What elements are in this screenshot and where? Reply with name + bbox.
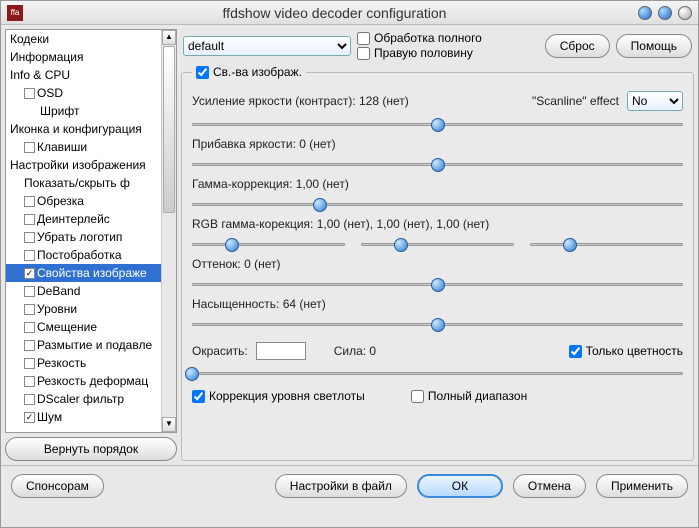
donate-button[interactable]: Спонсорам bbox=[11, 474, 104, 498]
tree-scrollbar[interactable]: ▲ ▼ bbox=[161, 30, 176, 432]
tree-item[interactable]: Резкость деформац bbox=[6, 372, 161, 390]
apply-button[interactable]: Применить bbox=[596, 474, 688, 498]
rgb-g-slider[interactable] bbox=[361, 234, 514, 254]
cancel-button[interactable]: Отмена bbox=[513, 474, 586, 498]
rgb-b-slider[interactable] bbox=[530, 234, 683, 254]
hue-slider[interactable] bbox=[192, 274, 683, 294]
scroll-down-icon[interactable]: ▼ bbox=[162, 417, 176, 432]
right-half-checkbox[interactable]: Правую половину bbox=[357, 46, 482, 61]
tree-item[interactable]: Info & CPU bbox=[6, 66, 161, 84]
reset-order-button[interactable]: Вернуть порядок bbox=[5, 437, 177, 461]
gamma-label: Гамма-коррекция: 1,00 (нет) bbox=[192, 177, 349, 191]
gamma-slider[interactable] bbox=[192, 194, 683, 214]
tree-item[interactable]: Информация bbox=[6, 48, 161, 66]
group-enable-checkbox[interactable]: Св.-ва изображ. bbox=[196, 65, 302, 80]
picture-properties-group: Св.-ва изображ. Усиление яркости (контра… bbox=[181, 65, 694, 461]
help-button[interactable]: Помощь bbox=[616, 34, 692, 58]
rgb-gamma-label: RGB гамма-корекция: 1,00 (нет), 1,00 (не… bbox=[192, 217, 489, 231]
tree-item[interactable]: Кодеки bbox=[6, 30, 161, 48]
tree-item[interactable]: Убрать логотип bbox=[6, 228, 161, 246]
tree-item[interactable]: Шрифт bbox=[6, 102, 161, 120]
luma-correction-checkbox[interactable]: Коррекция уровня светлоты bbox=[192, 389, 365, 404]
window-title: ffdshow video decoder configuration bbox=[31, 5, 638, 21]
full-range-checkbox[interactable]: Полный диапазон bbox=[411, 389, 527, 404]
tree-item[interactable]: Смещение bbox=[6, 318, 161, 336]
maximize-icon[interactable] bbox=[658, 6, 672, 20]
minimize-icon[interactable] bbox=[638, 6, 652, 20]
ok-button[interactable]: ОК bbox=[417, 474, 503, 498]
preset-select[interactable]: default bbox=[183, 36, 351, 56]
full-process-checkbox[interactable]: Обработка полного bbox=[357, 31, 482, 46]
contrast-slider[interactable] bbox=[192, 114, 683, 134]
tree-item[interactable]: Постобработка bbox=[6, 246, 161, 264]
titlebar: ffa ffdshow video decoder configuration bbox=[1, 1, 698, 25]
brightness-label: Прибавка яркости: 0 (нет) bbox=[192, 137, 336, 151]
hue-label: Оттенок: 0 (нет) bbox=[192, 257, 280, 271]
scroll-up-icon[interactable]: ▲ bbox=[162, 30, 176, 45]
tree-item[interactable]: Деинтерлейс bbox=[6, 210, 161, 228]
colorize-color[interactable] bbox=[256, 342, 306, 360]
scroll-thumb[interactable] bbox=[163, 46, 175, 213]
tree-item[interactable]: Показать/скрыть ф bbox=[6, 174, 161, 192]
tree-item[interactable]: Иконка и конфигурация bbox=[6, 120, 161, 138]
tree-item[interactable]: DeBand bbox=[6, 282, 161, 300]
tree-item[interactable]: Уровни bbox=[6, 300, 161, 318]
tree-item[interactable]: OSD bbox=[6, 84, 161, 102]
colorize-label: Окрасить: bbox=[192, 344, 248, 358]
tree-item[interactable]: ✓Шум bbox=[6, 408, 161, 426]
scanline-select[interactable]: No bbox=[627, 91, 683, 111]
strength-slider[interactable] bbox=[192, 363, 683, 383]
settings-tree[interactable]: КодекиИнформацияInfo & CPUOSDШрифтИконка… bbox=[5, 29, 177, 433]
strength-label: Сила: 0 bbox=[334, 344, 376, 358]
saturation-slider[interactable] bbox=[192, 314, 683, 334]
tree-item[interactable]: Резкость bbox=[6, 354, 161, 372]
chroma-only-checkbox[interactable]: Только цветность bbox=[569, 344, 683, 359]
scanline-label: "Scanline" effect bbox=[532, 94, 619, 108]
saturation-label: Насыщенность: 64 (нет) bbox=[192, 297, 326, 311]
rgb-r-slider[interactable] bbox=[192, 234, 345, 254]
tree-item[interactable]: Настройки изображения bbox=[6, 156, 161, 174]
app-icon: ffa bbox=[7, 5, 23, 21]
tree-item[interactable]: ✓Свойства изображе bbox=[6, 264, 161, 282]
tree-item[interactable]: Клавиши bbox=[6, 138, 161, 156]
close-icon[interactable] bbox=[678, 6, 692, 20]
reset-button[interactable]: Сброс bbox=[545, 34, 610, 58]
contrast-label: Усиление яркости (контраст): 128 (нет) bbox=[192, 94, 409, 108]
tree-item[interactable]: Обрезка bbox=[6, 192, 161, 210]
tree-item[interactable]: Размытие и подавле bbox=[6, 336, 161, 354]
brightness-slider[interactable] bbox=[192, 154, 683, 174]
tree-item[interactable]: DScaler фильтр bbox=[6, 390, 161, 408]
export-button[interactable]: Настройки в файл bbox=[275, 474, 407, 498]
